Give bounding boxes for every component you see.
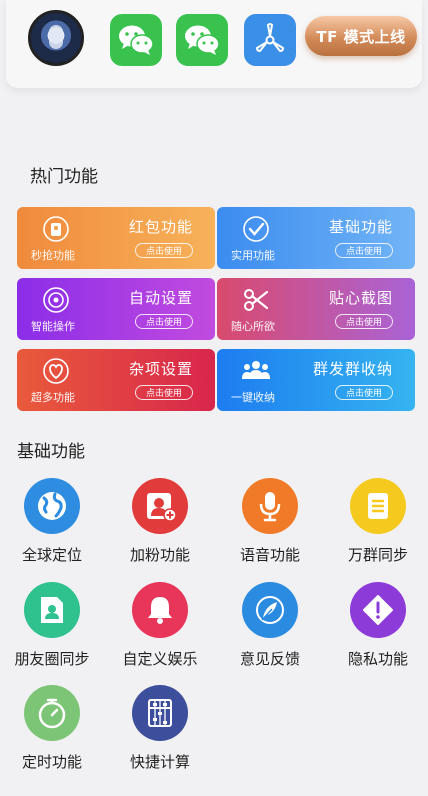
target-icon (41, 286, 71, 314)
check-badge-icon (241, 215, 271, 243)
card-screenshot[interactable]: 随心所欲 贴心截图 点击使用 (217, 278, 415, 340)
tool-label: 加粉功能 (129, 546, 190, 564)
tool-moments-sync[interactable]: 朋友圈同步 (2, 582, 102, 676)
tool-global-location[interactable]: 全球定位 (2, 478, 102, 572)
use-button[interactable]: 点击使用 (335, 314, 393, 329)
tool-label: 朋友圈同步 (14, 650, 90, 668)
wechat-icon[interactable] (110, 14, 162, 66)
document-icon (350, 478, 406, 534)
card-title: 自动设置 (128, 289, 193, 307)
card-auto-settings[interactable]: 智能操作 自动设置 点击使用 (17, 278, 215, 340)
tool-label: 全球定位 (21, 546, 82, 564)
heart-badge-icon (41, 357, 71, 385)
scissors-icon (241, 286, 271, 314)
tool-add-fans[interactable]: 加粉功能 (110, 478, 210, 572)
tool-label: 隐私功能 (347, 650, 408, 668)
bell-icon (132, 582, 188, 638)
tool-label: 定时功能 (21, 753, 82, 771)
tool-label: 万群同步 (347, 546, 408, 564)
card-basic[interactable]: 实用功能 基础功能 点击使用 (217, 207, 415, 269)
use-button[interactable]: 点击使用 (335, 385, 393, 400)
tool-label: 意见反馈 (239, 650, 300, 668)
card-subtitle: 智能操作 (31, 320, 75, 333)
microphone-icon (242, 478, 298, 534)
abacus-icon (132, 685, 188, 741)
wechat-icon[interactable] (176, 14, 228, 66)
tool-custom-entertainment[interactable]: 自定义娱乐 (110, 582, 210, 676)
tool-voice[interactable]: 语音功能 (220, 478, 320, 572)
tool-group-sync[interactable]: 万群同步 (328, 478, 428, 572)
card-title: 贴心截图 (328, 289, 393, 307)
tool-privacy[interactable]: 隐私功能 (328, 582, 428, 676)
avatar[interactable] (28, 10, 84, 66)
tool-label: 快捷计算 (129, 753, 190, 771)
card-subtitle: 实用功能 (231, 249, 275, 262)
use-button[interactable]: 点击使用 (335, 243, 393, 258)
tool-label: 自定义娱乐 (122, 650, 198, 668)
tool-quick-calc[interactable]: 快捷计算 (110, 685, 210, 779)
card-title: 杂项设置 (128, 360, 193, 378)
red-packet-icon (41, 215, 71, 243)
tool-label: 语音功能 (239, 546, 300, 564)
contact-card-icon (24, 582, 80, 638)
card-subtitle: 随心所欲 (231, 320, 275, 333)
stopwatch-icon (24, 685, 80, 741)
card-subtitle: 一键收纳 (231, 391, 275, 404)
use-button[interactable]: 点击使用 (135, 314, 193, 329)
card-red-packet[interactable]: 秒抢功能 红包功能 点击使用 (17, 207, 215, 269)
use-button[interactable]: 点击使用 (135, 243, 193, 258)
card-title: 基础功能 (328, 218, 393, 236)
basic-section-title: 基础功能 (17, 442, 85, 462)
tool-timer[interactable]: 定时功能 (2, 685, 102, 779)
group-icon (241, 357, 271, 385)
tool-feedback[interactable]: 意见反馈 (220, 582, 320, 676)
hot-section-title: 热门功能 (30, 167, 98, 187)
globe-icon (24, 478, 80, 534)
card-subtitle: 秒抢功能 (31, 249, 75, 262)
tf-mode-button[interactable]: TF 模式上线 (305, 16, 417, 56)
card-misc-settings[interactable]: 超多功能 杂项设置 点击使用 (17, 349, 215, 411)
card-title: 群发群收纳 (312, 360, 393, 378)
feather-icon (242, 582, 298, 638)
card-group-send[interactable]: 一键收纳 群发群收纳 点击使用 (217, 349, 415, 411)
fan-icon[interactable] (244, 14, 296, 66)
use-button[interactable]: 点击使用 (135, 385, 193, 400)
card-subtitle: 超多功能 (31, 391, 75, 404)
warning-icon (350, 582, 406, 638)
add-user-icon (132, 478, 188, 534)
card-title: 红包功能 (128, 218, 193, 236)
